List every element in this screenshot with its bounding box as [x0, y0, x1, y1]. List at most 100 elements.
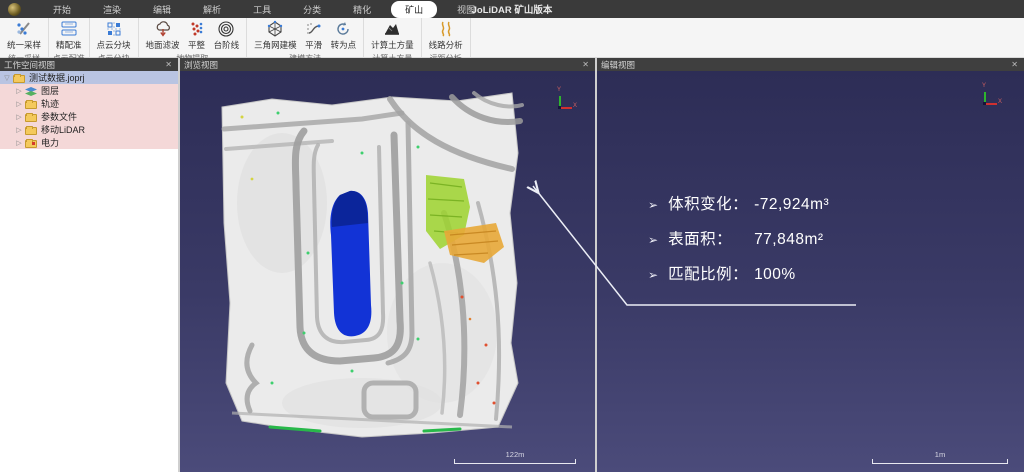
ribbon-group-earthwork: 计算土方量 计算土方量: [364, 18, 422, 57]
smooth-curve-icon: [305, 20, 323, 38]
browse-viewport-canvas[interactable]: Y X 122m: [180, 71, 595, 472]
expander-closed-icon[interactable]: ▷: [14, 87, 24, 95]
tree-item-label: 移动LiDAR: [41, 123, 85, 136]
ribbon-group-modeling: 三角网建模 平滑 转为点 建模方法: [247, 18, 364, 57]
tree-item-parameter-files[interactable]: ▷ 参数文件: [0, 110, 178, 123]
tree-item-layers[interactable]: ▷ 图层: [0, 84, 178, 97]
bench-line-icon: [217, 20, 235, 38]
edit-viewport-canvas[interactable]: Y X 1m: [597, 71, 1024, 472]
edit-viewport-header: 编辑视图 ✕: [597, 58, 1024, 71]
menu-item-mine[interactable]: 矿山: [391, 1, 437, 18]
ribbon-button-label: 点云分块: [97, 39, 131, 51]
ribbon-button-label: 精配准: [56, 39, 82, 51]
point-cloud-terrain: [212, 83, 526, 445]
menu-item-refine[interactable]: 精化: [341, 1, 383, 18]
scale-bar-label: 122m: [454, 450, 576, 459]
workspace-panel-title: 工作空间视图: [4, 59, 163, 71]
expander-closed-icon[interactable]: ▷: [14, 113, 24, 121]
main-area: 工作空间视图 ✕ ▽ 测试数据.joprj ▷ 图层 ▷: [0, 58, 1024, 472]
expander-closed-icon[interactable]: ▷: [14, 126, 24, 134]
browse-viewport-header: 浏览视图 ✕: [180, 58, 595, 71]
menu-item-start[interactable]: 开始: [41, 1, 83, 18]
ribbon-button-label: 台阶线: [214, 39, 240, 51]
ribbon-group-sampling: 统一采样 统一采样: [0, 18, 49, 57]
menu-item-classify[interactable]: 分类: [291, 1, 333, 18]
workspace-panel-header: 工作空间视图 ✕: [0, 58, 178, 71]
axis-y-label: Y: [557, 87, 561, 93]
workspace-panel: 工作空间视图 ✕ ▽ 测试数据.joprj ▷ 图层 ▷: [0, 58, 180, 472]
ribbon-button-label: 转为点: [331, 39, 357, 51]
close-icon[interactable]: ✕: [163, 60, 174, 69]
fine-registration-button[interactable]: 精配准: [52, 19, 86, 52]
ribbon-group-registration: 精配准 点云配准: [49, 18, 90, 57]
close-icon[interactable]: ✕: [580, 60, 591, 69]
tree-item-label: 测试数据.joprj: [29, 71, 85, 84]
axis-gizmo: Y X: [551, 91, 577, 117]
tin-modeling-button[interactable]: 三角网建模: [250, 19, 301, 52]
ribbon-group-extraction: 地面滤波 平整 台阶线 地物提取: [139, 18, 248, 57]
route-analysis-icon: [437, 20, 455, 38]
workspace-tree: ▽ 测试数据.joprj ▷ 图层 ▷ 轨迹 ▷: [0, 71, 178, 472]
ribbon-button-label: 平滑: [305, 39, 322, 51]
axis-origin-icon: [983, 102, 986, 105]
ground-filter-cloud-icon: [154, 20, 172, 38]
browse-viewport: 浏览视图 ✕: [180, 58, 597, 472]
tree-item-trajectory[interactable]: ▷ 轨迹: [0, 97, 178, 110]
close-icon[interactable]: ✕: [1009, 60, 1020, 69]
ground-filter-button[interactable]: 地面滤波: [142, 19, 184, 52]
scale-bar-line: [454, 459, 576, 464]
browse-viewport-title: 浏览视图: [184, 59, 580, 71]
folder-icon: [25, 125, 38, 135]
tree-item-label: 轨迹: [41, 97, 59, 110]
scale-bar: 122m: [454, 453, 576, 464]
app-window: 开始 渲染 编辑 解析 工具 分类 精化 矿山 视图 JoLiDAR 矿山版本 …: [0, 0, 1024, 472]
tin-mesh-icon: [266, 20, 284, 38]
point-cloud-tiling-button[interactable]: 点云分块: [93, 19, 135, 52]
tree-item-mobile-lidar[interactable]: ▷ 移动LiDAR: [0, 123, 178, 136]
tree-item-power[interactable]: ▷ 电力: [0, 136, 178, 149]
registration-icon: [60, 20, 78, 38]
ribbon-button-label: 线路分析: [429, 39, 463, 51]
route-analysis-button[interactable]: 线路分析: [425, 19, 467, 52]
title-bar: 开始 渲染 编辑 解析 工具 分类 精化 矿山 视图 JoLiDAR 矿山版本: [0, 0, 1024, 18]
tree-item-label: 参数文件: [41, 110, 77, 123]
scale-bar-line: [872, 459, 1008, 464]
axis-y-label: Y: [982, 83, 986, 89]
ribbon-group-haul-analysis: 线路分析 运距分析: [422, 18, 471, 57]
ribbon-button-label: 统一采样: [7, 39, 41, 51]
bench-line-button[interactable]: 台阶线: [210, 19, 244, 52]
earthwork-volume-icon: [383, 20, 401, 38]
folder-icon: [25, 99, 38, 109]
menu-item-analyze[interactable]: 解析: [191, 1, 233, 18]
app-logo-icon[interactable]: [8, 3, 21, 16]
unified-sampling-button[interactable]: 统一采样: [3, 19, 45, 52]
smooth-button[interactable]: 平滑: [301, 19, 327, 52]
to-points-button[interactable]: 转为点: [327, 19, 361, 52]
scale-bar-label: 1m: [872, 450, 1008, 459]
layers-icon: [25, 86, 38, 96]
menu-item-edit[interactable]: 编辑: [141, 1, 183, 18]
expander-closed-icon[interactable]: ▷: [14, 100, 24, 108]
menu-item-render[interactable]: 渲染: [91, 1, 133, 18]
expander-closed-icon[interactable]: ▷: [14, 139, 24, 147]
ribbon-button-label: 地面滤波: [146, 39, 180, 51]
earthwork-volume-button[interactable]: 计算土方量: [367, 19, 418, 52]
expander-open-icon[interactable]: ▽: [2, 74, 12, 82]
edit-viewport-title: 编辑视图: [601, 59, 1009, 71]
to-points-icon: [334, 20, 352, 38]
menu-bar: 开始 渲染 编辑 解析 工具 分类 精化 矿山 视图: [41, 1, 487, 18]
axis-gizmo: Y X: [976, 87, 1002, 113]
axis-origin-icon: [558, 106, 561, 109]
window-title: JoLiDAR 矿山版本: [472, 2, 553, 16]
folder-red-icon: [25, 138, 38, 148]
folder-icon: [13, 73, 26, 83]
menu-item-tools[interactable]: 工具: [241, 1, 283, 18]
tree-item-project-root[interactable]: ▽ 测试数据.joprj: [0, 71, 178, 84]
ribbon-button-label: 三角网建模: [254, 39, 297, 51]
tree-item-label: 电力: [41, 136, 59, 149]
ribbon-button-label: 平整: [188, 39, 205, 51]
scale-bar: 1m: [872, 453, 1008, 464]
flatten-button[interactable]: 平整: [184, 19, 210, 52]
tiling-grid-icon: [105, 20, 123, 38]
axis-x-label: X: [998, 99, 1002, 105]
